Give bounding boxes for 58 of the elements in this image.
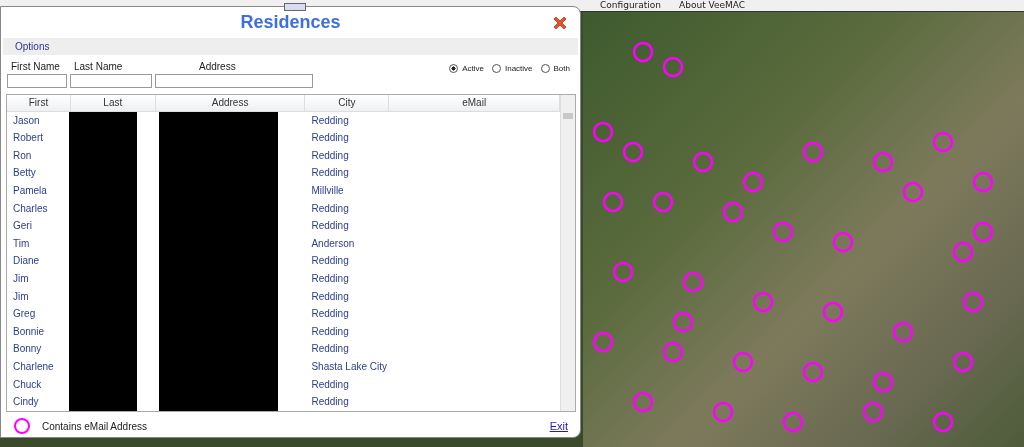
table-cell-text: Ron <box>12 148 33 163</box>
drag-handle-icon[interactable] <box>284 3 306 11</box>
table-cell-text: Redding <box>310 148 350 163</box>
table-cell-text: Redding <box>310 289 350 304</box>
table-cell-text: Bonnie <box>12 324 46 339</box>
table-cell-text: Tim <box>12 236 31 251</box>
table-cell-text: Jim <box>12 289 30 304</box>
table-cell-text: Jason <box>12 113 41 128</box>
table-cell-text: Bonny <box>12 342 43 357</box>
redacted-block <box>68 393 137 411</box>
dialog-title: Residences <box>240 12 341 34</box>
table-cell-text: Millville <box>310 184 345 199</box>
table-cell-text: Cindy <box>12 395 40 410</box>
table-cell-text: Charlene <box>12 359 55 374</box>
table-cell-text: Redding <box>310 219 350 234</box>
table-cell-text: Diane <box>12 254 41 269</box>
field-label: Address <box>198 60 237 72</box>
table-cell-text: Redding <box>310 113 350 128</box>
table-cell-text: Redding <box>310 342 350 357</box>
table-cell-text: Redding <box>310 131 350 146</box>
circle-icon <box>14 418 30 435</box>
radio-option[interactable]: Active <box>449 62 484 75</box>
table-cell-text: Redding <box>310 377 350 392</box>
table-cell-text: Redding <box>310 254 350 269</box>
table-cell-text: Redding <box>310 324 350 339</box>
table-cell-text: Geri <box>12 219 33 234</box>
scrollbar[interactable] <box>560 94 575 411</box>
table-cell-text: Greg <box>12 307 37 322</box>
field-label: First Name <box>10 60 61 72</box>
legend-label: Contains eMail Address <box>42 420 148 432</box>
table-cell-text: Redding <box>310 201 350 216</box>
table-cell-text: Betty <box>12 166 37 181</box>
radio-option[interactable]: Inactive <box>491 62 533 75</box>
table-cell-text: Redding <box>310 395 350 410</box>
close-icon[interactable] <box>552 15 568 31</box>
menu-item[interactable]: About VeeMAC <box>679 0 746 11</box>
column-header[interactable]: Address <box>155 94 306 111</box>
table-cell-text: Pamela <box>12 184 48 199</box>
table-cell-text: Redding <box>310 272 350 286</box>
column-header[interactable]: City <box>305 94 390 111</box>
input-field[interactable] <box>155 73 313 88</box>
table-cell-text: Charles <box>12 201 49 216</box>
table-cell-text: Jim <box>12 272 30 286</box>
table-cell-text: Chuck <box>12 377 43 392</box>
exit-link[interactable]: Exit <box>549 420 568 433</box>
table-cell-text: Redding <box>310 166 350 181</box>
field-label: Last Name <box>73 60 124 72</box>
input-field[interactable] <box>7 73 67 88</box>
table-cell-text: Robert <box>12 131 44 146</box>
menu-item[interactable]: Configuration <box>600 0 662 11</box>
radio-option[interactable]: Both <box>540 62 570 75</box>
input-field[interactable] <box>70 73 152 88</box>
table-cell-text: Redding <box>310 307 350 322</box>
table-cell-text: Anderson <box>310 236 356 251</box>
table-cell-text: Shasta Lake City <box>310 359 389 374</box>
column-header[interactable]: First <box>7 94 71 111</box>
options-label[interactable]: Options <box>15 40 50 52</box>
column-header[interactable]: Last <box>70 94 156 111</box>
